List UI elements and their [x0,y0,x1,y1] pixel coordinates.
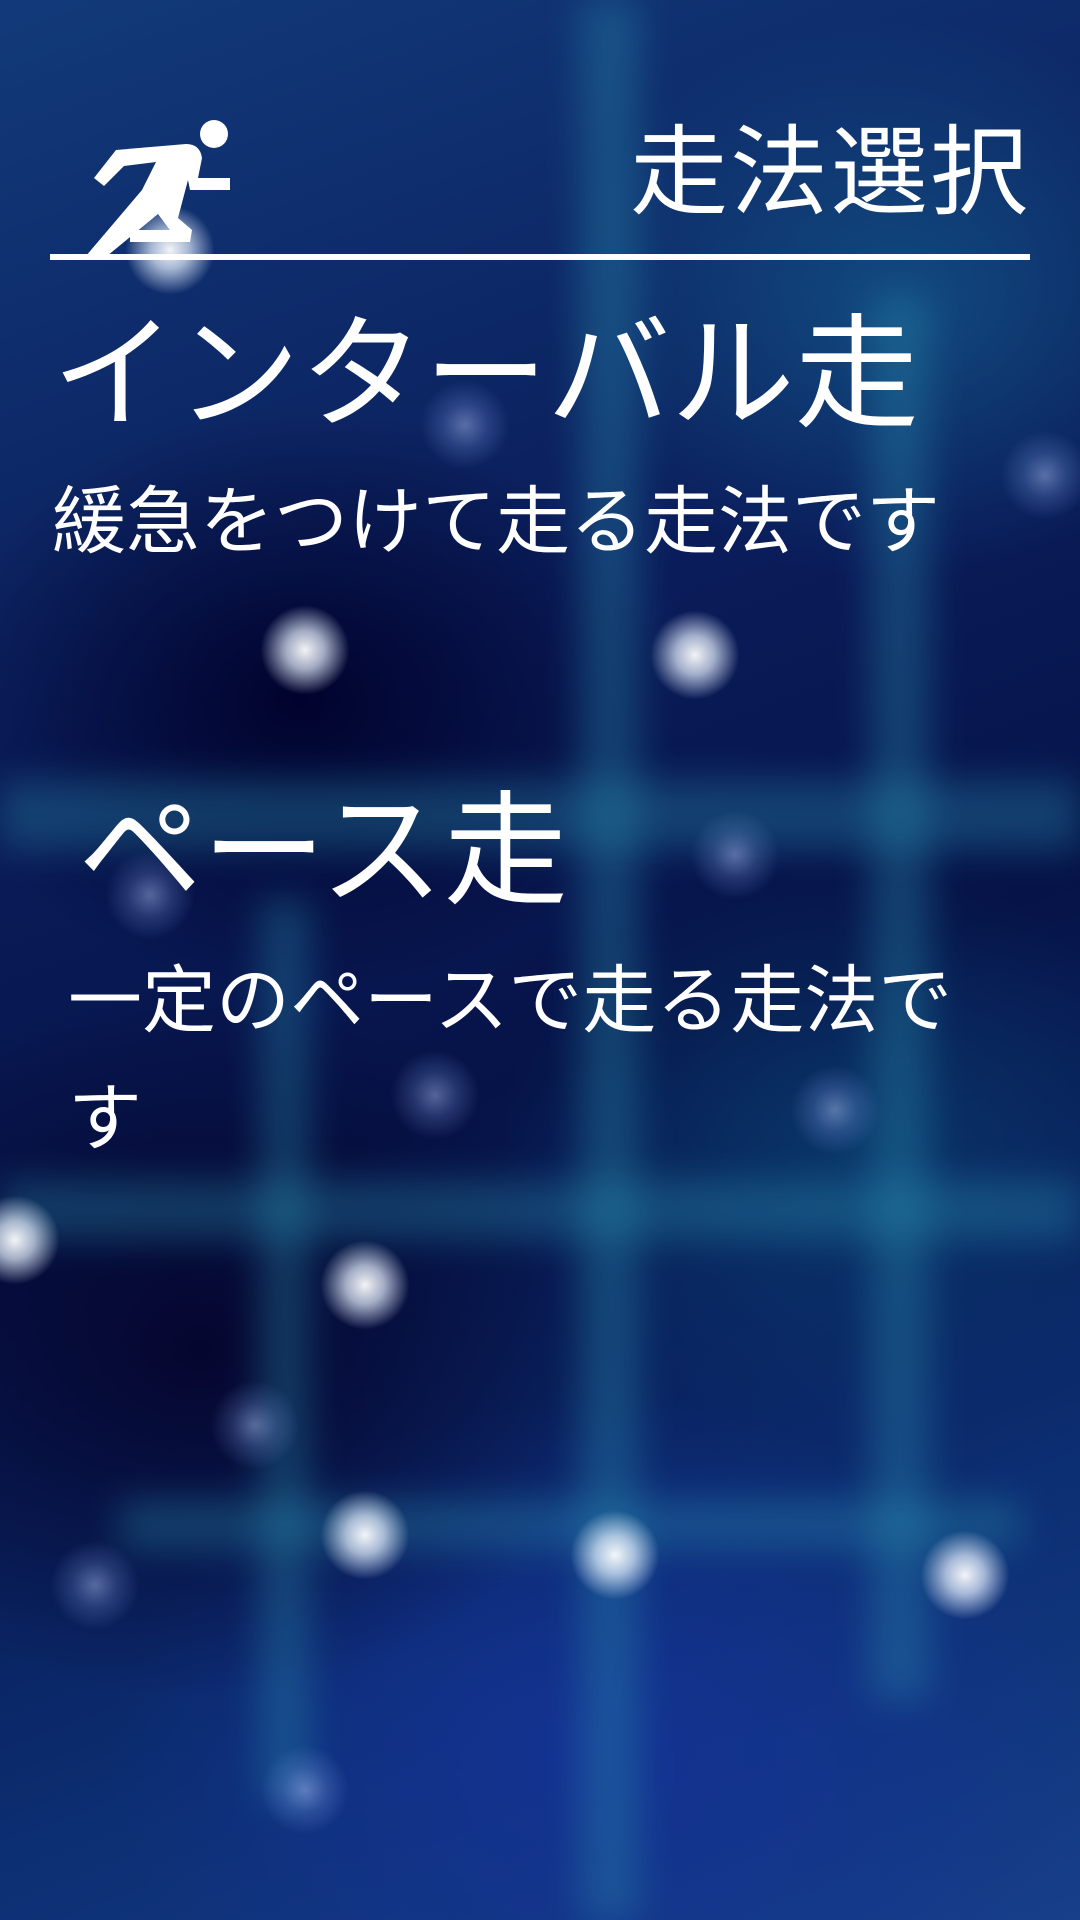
header: 走法選択 [50,100,1030,260]
option-title: インターバル走 [52,303,919,447]
page-title: 走法選択 [629,116,1030,230]
runner-icon [82,120,230,260]
option-description: 一定のペースで走る走法です [68,958,953,1162]
option-interval-run[interactable]: インターバル走 緩急をつけて走る走法です [52,305,1012,581]
header-divider [50,254,1030,260]
option-pace-run[interactable]: ペース走 一定のペースで走る走法です [68,780,1038,1178]
option-description: 緩急をつけて走る走法です [52,479,940,565]
option-title: ペース走 [78,780,568,924]
